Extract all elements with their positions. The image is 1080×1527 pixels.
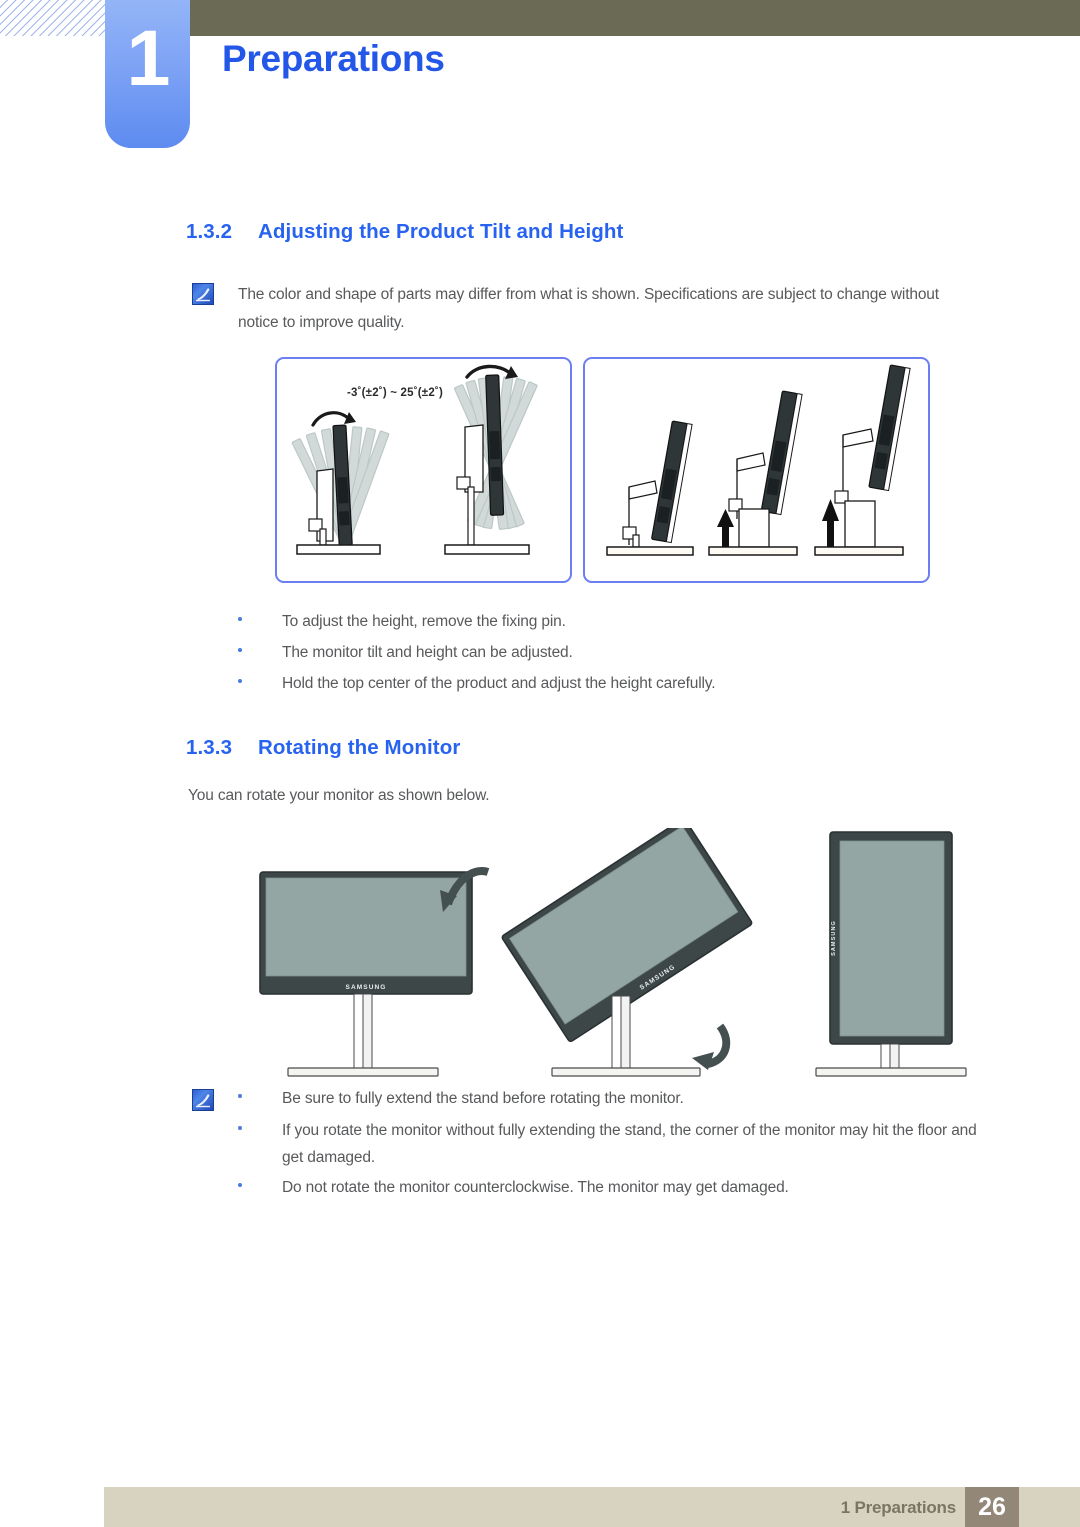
height-adjustment-diagram [583,357,930,583]
section-number: 1.3.2 [186,220,233,243]
rotate-intro-text: You can rotate your monitor as shown bel… [188,787,490,804]
header-hatch-pattern [0,0,108,36]
svg-text:SAMSUNG: SAMSUNG [346,984,387,991]
section-title: Adjusting the Product Tilt and Height [258,220,624,243]
header-olive-band [190,0,1080,36]
list-item-label: Hold the top center of the product and a… [282,675,716,692]
note-pen-icon [192,1089,214,1111]
footer-chapter-label: 1 Preparations [840,1498,957,1517]
page-title: Preparations [222,38,445,79]
list-item-label: Do not rotate the monitor counterclockwi… [282,1179,789,1196]
bullet-dot [238,1126,242,1130]
tilt-range-label: -3˚(±2˚) ~ 25˚(±2˚) [347,387,443,399]
section-title: Rotating the Monitor [258,736,461,759]
bullet-dot [238,1094,242,1098]
section-number: 1.3.3 [186,736,233,759]
bullet-dot [238,648,242,652]
bullet-dot [238,679,242,683]
list-item-label: Be sure to fully extend the stand before… [282,1090,684,1107]
list-item-label: The monitor tilt and height can be adjus… [282,644,573,661]
monitor-portrait: SAMSUNG [815,831,967,1077]
note-1-text: The color and shape of parts may differ … [238,286,939,331]
monitor-landscape: SAMSUNG [259,867,490,1077]
monitor-rotating: SAMSUNG [501,828,753,1077]
list-item-label: To adjust the height, remove the fixing … [282,613,566,630]
section-heading-132: 1.3.2 Adjusting the Product Tilt and Heig… [186,220,623,244]
list-item-label: If you rotate the monitor without fully … [282,1122,977,1166]
section-heading-133: 1.3.3 Rotating the Monitor [186,736,460,760]
svg-text:SAMSUNG: SAMSUNG [831,920,837,956]
page-number: 26 [978,1493,1006,1521]
chapter-tab: 1 [105,0,190,148]
note-pen-icon [192,283,214,305]
bullet-dot [238,617,242,621]
chapter-number: 1 [126,13,171,102]
rotate-monitor-illustration: SAMSUNG SAMSUNG SAMSUNG [250,828,970,1078]
bullet-dot [238,1183,242,1187]
